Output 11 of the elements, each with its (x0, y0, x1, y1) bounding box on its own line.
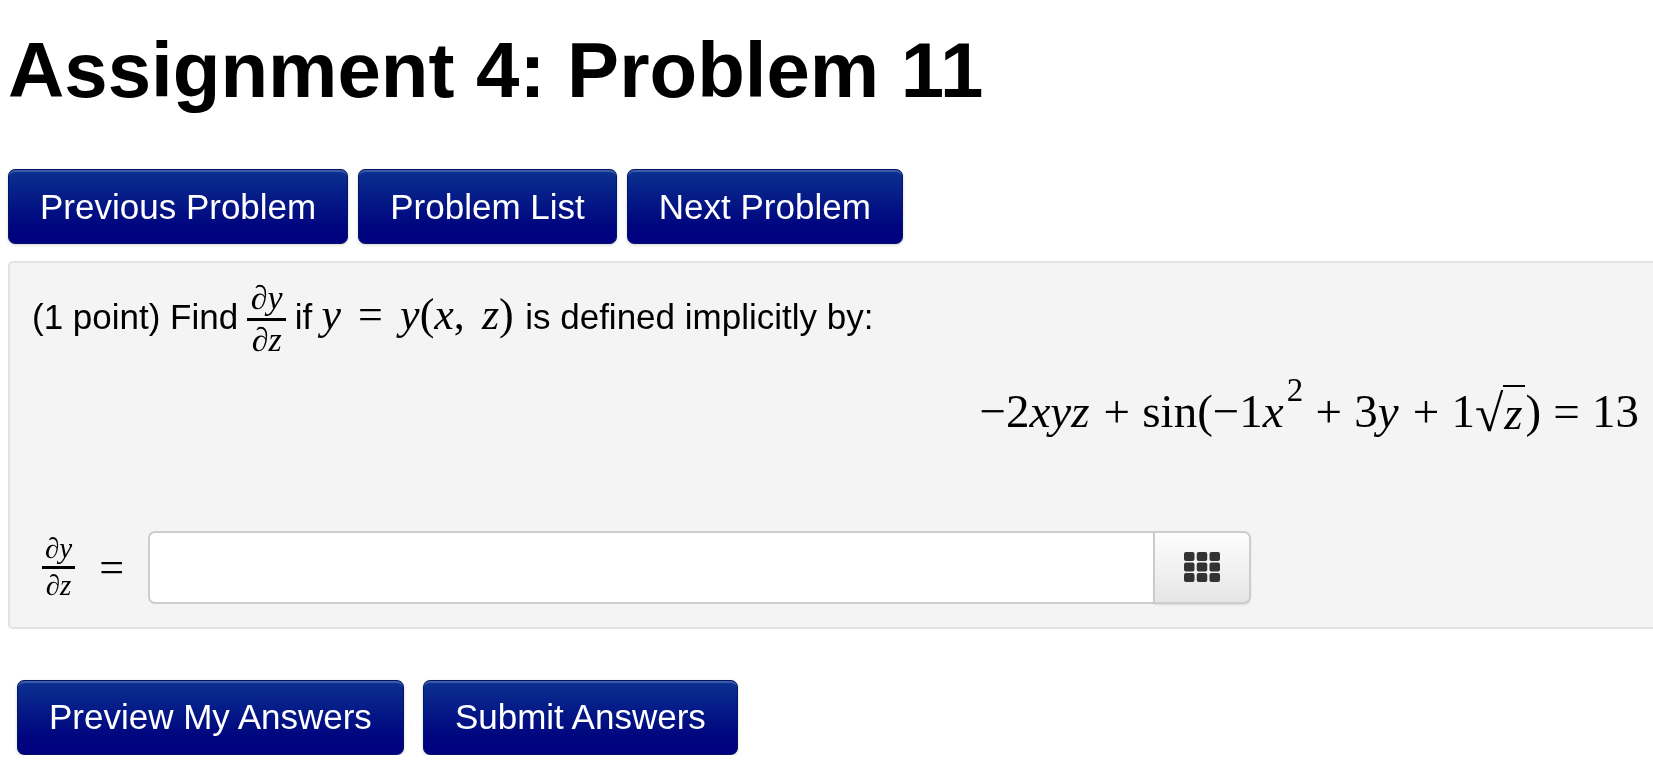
nav-button[interactable]: Next Problem (626, 169, 903, 244)
page-title: Assignment 4: Problem 11 (8, 25, 984, 116)
problem-statement: (1 point) Find ∂y ∂z if y = y(x, z) is defined implicitly by: (32, 279, 875, 360)
nav-button[interactable]: Previous Problem (8, 169, 349, 244)
answer-label: ∂y ∂z = (42, 532, 125, 602)
answer-field[interactable] (148, 530, 1155, 604)
nav-button[interactable]: Problem List (358, 169, 617, 244)
grid-icon (1184, 552, 1221, 582)
action-button[interactable]: Preview My Answers (17, 679, 404, 755)
action-button[interactable]: Submit Answers (422, 679, 738, 755)
keypad-button[interactable] (1154, 530, 1252, 604)
